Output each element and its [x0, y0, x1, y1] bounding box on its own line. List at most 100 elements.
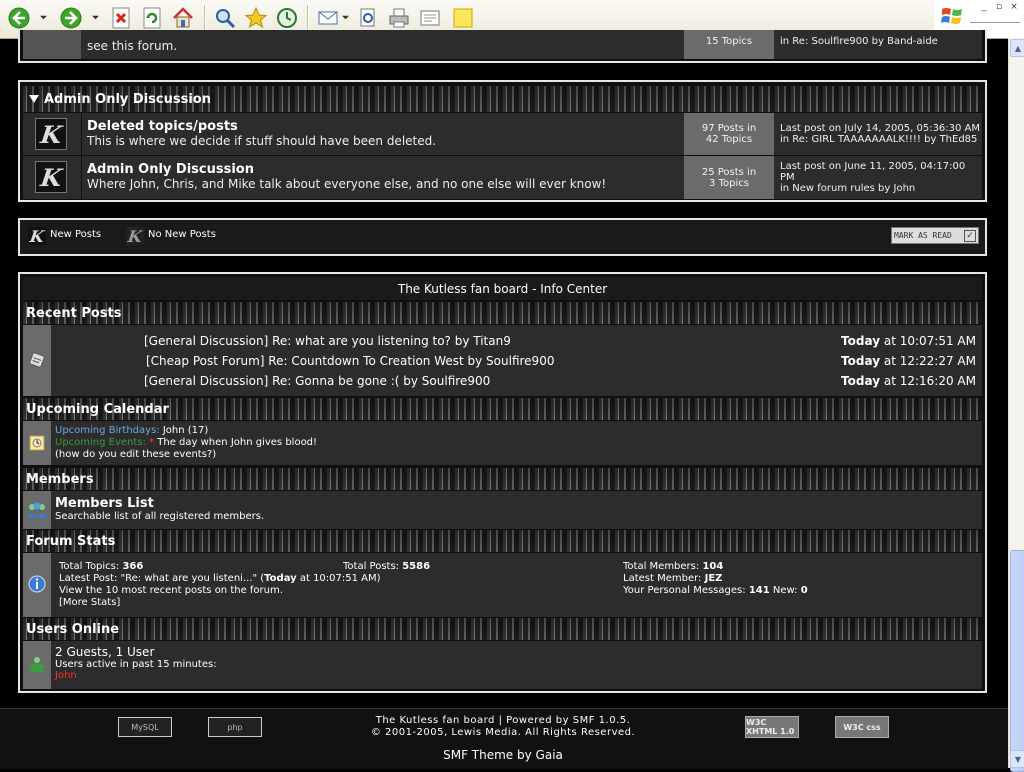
slider-track [970, 22, 1020, 23]
members-list-link[interactable]: Members List [55, 496, 264, 511]
recent-post-time: Today at 10:07:51 AM [841, 334, 976, 348]
latest-member-line: Latest Member: JEZ [623, 573, 723, 584]
online-count[interactable]: 2 Guests, 1 User [55, 645, 217, 659]
back-icon[interactable] [6, 5, 32, 31]
category-admin-only: Admin Only Discussion K Deleted topics/p… [18, 80, 987, 202]
info-center-box: The Kutless fan board - Info Center Rece… [18, 272, 987, 693]
board-info: Admin Only Discussion Where John, Chris,… [87, 162, 606, 199]
back-dropdown-icon[interactable] [39, 10, 47, 24]
recent-posts-list: [General Discussion] Re: what are you li… [144, 331, 554, 391]
users-online-content: 2 Guests, 1 User Users active in past 15… [55, 645, 217, 681]
new-posts-icon: K [28, 226, 46, 246]
members-row: Members List Searchable list of all regi… [23, 491, 982, 530]
members-icon-cell [23, 491, 51, 529]
mark-as-read-button[interactable]: MARK AS READ ✓ [891, 227, 979, 244]
board-title[interactable]: Deleted topics/posts [87, 119, 436, 134]
calendar-title: Upcoming Calendar [26, 401, 169, 417]
calendar-row: Upcoming Birthdays: John (17) Upcoming E… [23, 421, 982, 466]
minimize-icon[interactable]: _ [978, 2, 990, 12]
mail-icon[interactable] [315, 5, 341, 31]
board-description: see this forum. [87, 39, 178, 53]
scroll-thumb[interactable] [1010, 550, 1024, 772]
board-topics: 42 Topics [705, 134, 753, 145]
windows-flag-icon [941, 8, 962, 24]
board-status-icon: K [35, 161, 67, 193]
refresh-icon[interactable] [139, 5, 165, 31]
forward-icon[interactable] [58, 5, 84, 31]
board-stats: 15 Topics [684, 30, 774, 59]
more-stats-link[interactable]: [More Stats] [59, 597, 659, 609]
last-post-date: Last post on June 11, 2005, 04:17:00 PM [780, 161, 966, 183]
collapse-icon[interactable] [29, 95, 39, 103]
online-icon-cell [23, 641, 51, 689]
powered-by-link[interactable]: The Kutless fan board | Powered by SMF 1… [330, 715, 676, 727]
mysql-badge[interactable]: MySQL [118, 717, 172, 737]
print-icon[interactable] [386, 5, 412, 31]
notes-icon[interactable] [450, 5, 476, 31]
mail-dropdown-icon[interactable] [341, 10, 349, 24]
users-online-header: Users Online [23, 618, 982, 640]
recent-posts-icon [29, 352, 45, 368]
latest-member-link[interactable]: JEZ [705, 573, 723, 584]
event-star-icon: * [149, 437, 155, 448]
footer: MySQL php The Kutless fan board | Powere… [0, 708, 1008, 769]
recent-post-time: Today at 12:22:27 AM [841, 354, 976, 368]
board-posts: 25 Posts in [701, 166, 757, 178]
total-topics-line: Total Topics: 366 Total Posts: 5586 [59, 561, 431, 572]
scroll-up-arrow-icon[interactable]: ▲ [1010, 39, 1024, 57]
calendar-icon-cell [23, 421, 51, 465]
recent-post-link[interactable]: [Cheap Post Forum] Re: Countdown To Crea… [144, 351, 554, 371]
users-online-title: Users Online [26, 621, 120, 637]
stop-icon[interactable] [108, 5, 134, 31]
event-entry[interactable]: The day when John gives blood! [157, 437, 317, 448]
birthdays-label: Upcoming Birthdays: [55, 425, 160, 436]
category-title[interactable]: Admin Only Discussion [44, 92, 211, 107]
scroll-down-arrow-icon[interactable]: ▼ [1010, 750, 1024, 768]
theme-credit[interactable]: SMF Theme by Gaia [330, 748, 676, 762]
php-badge[interactable]: php [208, 717, 262, 737]
recent-post-link[interactable]: [General Discussion] Re: what are you li… [144, 331, 554, 351]
board-icon-cell: K [23, 113, 82, 155]
personal-messages-line[interactable]: Your Personal Messages: 141 New: 0 [623, 585, 808, 597]
board-title[interactable]: Admin Only Discussion [87, 162, 606, 177]
forward-dropdown-icon[interactable] [91, 10, 99, 24]
search-icon[interactable] [212, 5, 238, 31]
mark-as-read-label: MARK AS READ [894, 231, 952, 240]
birthday-entry[interactable]: John (17) [163, 425, 208, 436]
total-posts-line: Total Posts: 5586 [343, 561, 431, 572]
last-post-topic[interactable]: in Re: GIRL TAAAAAAALK!!!! by ThEd85 [780, 134, 982, 145]
toolbar-separator [204, 5, 206, 33]
edit-icon[interactable] [417, 5, 443, 31]
restore-icon[interactable]: ▫ [993, 2, 1005, 12]
favorites-icon[interactable] [243, 5, 269, 31]
vertical-scrollbar[interactable]: ▲ ▼ [1008, 38, 1024, 772]
forum-stats-header: Forum Stats [23, 530, 982, 552]
forum-stats-row: Total Topics: 366 Total Posts: 5586 Late… [23, 553, 982, 618]
history-icon[interactable] [274, 5, 300, 31]
recent-posts-header: Recent Posts [23, 302, 982, 324]
board-stats: 25 Posts in 3 Topics [684, 156, 774, 199]
home-icon[interactable] [170, 5, 196, 31]
w3c-css-badge[interactable]: W3C css [835, 716, 889, 738]
board-row-deleted: K Deleted topics/posts This is where we … [23, 113, 982, 156]
latest-post-line[interactable]: Latest Post: "Re: what are you listeni..… [59, 573, 659, 585]
events-label: Upcoming Events: [55, 437, 146, 448]
new-posts-label: New Posts [50, 229, 102, 240]
category-header[interactable]: Admin Only Discussion [23, 86, 982, 112]
board-icon-cell: K [23, 156, 82, 199]
legend-box: K New Posts K No New Posts MARK AS READ … [18, 218, 987, 256]
last-post-topic[interactable]: in New forum rules by John [780, 183, 982, 194]
last-post-text[interactable]: in Re: Soulfire900 by Band-aide [780, 36, 982, 47]
recent-post-link[interactable]: [General Discussion] Re: Gonna be gone :… [144, 371, 554, 391]
print-preview-icon[interactable] [355, 5, 381, 31]
recent-posts-link[interactable]: View the 10 most recent posts on the for… [59, 585, 659, 597]
board-description: This is where we decide if stuff should … [87, 134, 437, 148]
board-posts: 97 Posts in [701, 123, 757, 134]
previous-category-box: see this forum. 15 Topics in Re: Soulfir… [18, 30, 987, 63]
events-help-link[interactable]: (how do you edit these events?) [55, 449, 317, 461]
w3c-xhtml-badge[interactable]: W3C XHTML 1.0 [745, 716, 799, 738]
info-icon [28, 575, 46, 593]
copyright-text: © 2001-2005, Lewis Media. All Rights Res… [370, 727, 636, 738]
close-icon[interactable]: × [1008, 2, 1020, 12]
online-user-link[interactable]: John [55, 670, 217, 681]
